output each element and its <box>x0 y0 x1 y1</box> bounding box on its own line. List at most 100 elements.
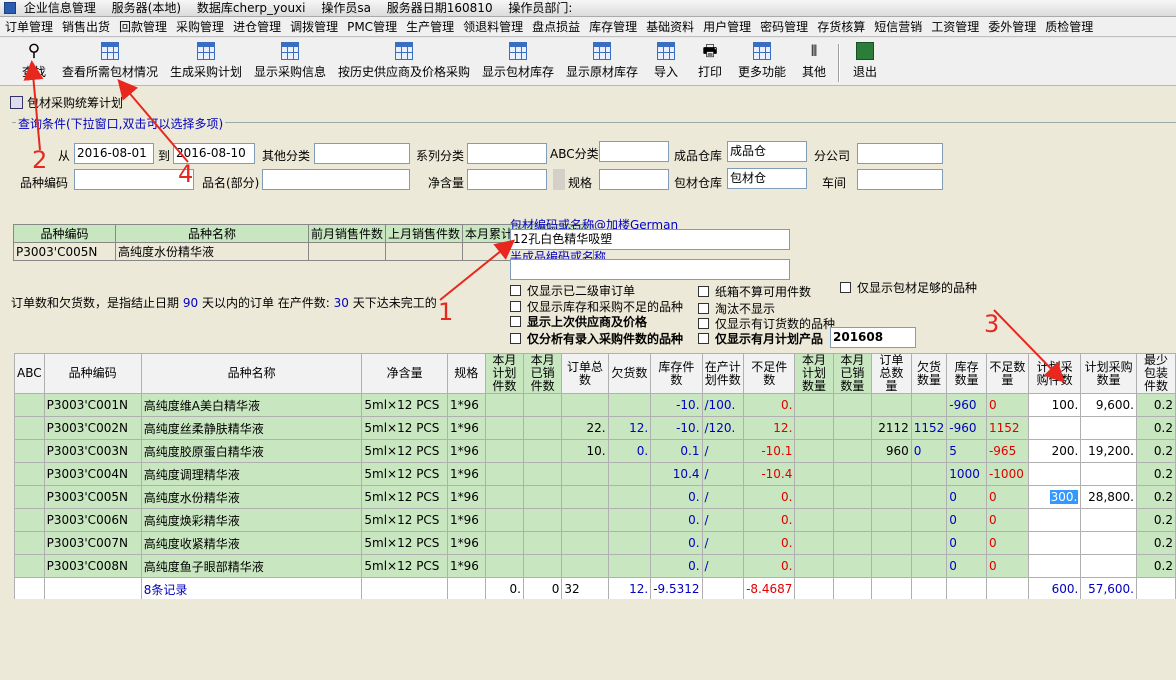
checkbox-last-supplier[interactable]: 显示上次供应商及价格 <box>510 313 647 330</box>
other-button[interactable]: ⦀ 其他 <box>800 42 828 84</box>
other-category-input[interactable] <box>314 143 410 164</box>
workshop-input[interactable] <box>857 169 943 190</box>
grid-cell[interactable]: 200. <box>1027 439 1082 463</box>
grid-row[interactable]: P3003'C002N 高纯度丝柔静肤精华液 5ml×12 PCS 1*96 22. 12… <box>14 416 1176 440</box>
grid-row[interactable]: P3003'C006N 高纯度焕彩精华液 5ml×12 PCS 1*96 0./0. 0 0… <box>14 508 1176 532</box>
grid-cell[interactable]: 28,800. <box>1080 485 1137 509</box>
grid-col-header[interactable]: 最少包装件数 <box>1135 353 1176 394</box>
view-packing-button[interactable]: 查看所需包材情况 <box>60 42 160 84</box>
date-from-input[interactable]: 2016-08-01 <box>74 143 154 164</box>
branch-input[interactable] <box>857 143 943 164</box>
show-purchase-info-button[interactable]: 显示采购信息 <box>252 42 328 84</box>
grid-col-header[interactable]: 计划采购数量 <box>1080 353 1137 394</box>
grid-col-header[interactable]: 欠货数量 <box>910 353 948 394</box>
menu-item[interactable]: 盘点损益 <box>527 17 584 36</box>
semi-product-input[interactable] <box>510 259 790 280</box>
grid-cell[interactable] <box>1080 531 1137 555</box>
net-content-input[interactable] <box>467 169 547 190</box>
grid-cell[interactable] <box>1027 416 1082 440</box>
grid-col-header[interactable]: 规格 <box>446 353 486 394</box>
menu-item[interactable]: 工资管理 <box>926 17 983 36</box>
grid-row[interactable]: P3003'C008N 高纯度鱼子眼部精华液 5ml×12 PCS 1*96 0./0.… <box>14 554 1176 578</box>
menu-item[interactable]: 委外管理 <box>983 17 1040 36</box>
grid-col-header[interactable]: 本月计划件数 <box>484 353 525 394</box>
grid-col-header[interactable]: 在产计划件数 <box>701 353 745 394</box>
grid-cell[interactable] <box>1027 554 1082 578</box>
grid-col-header[interactable]: 净含量 <box>361 353 448 394</box>
grid-col-header[interactable]: 订单总数 <box>561 353 609 394</box>
code-input[interactable] <box>74 169 194 190</box>
history-supplier-purchase-button[interactable]: 按历史供应商及价格采购 <box>336 42 472 84</box>
menu-item[interactable]: 订单管理 <box>0 17 57 36</box>
generate-purchase-plan-button[interactable]: 生成采购计划 <box>168 42 244 84</box>
print-button[interactable]: 🖶 打印 <box>696 42 724 84</box>
menu-item[interactable]: 存货核算 <box>812 17 869 36</box>
grid-row[interactable]: P3003'C005N 高纯度水份精华液 5ml×12 PCS 1*96 0./0. 0 0… <box>14 485 1176 509</box>
menu-item[interactable]: 进仓管理 <box>228 17 285 36</box>
spec-input[interactable] <box>599 169 669 190</box>
pack-warehouse-input[interactable]: 包材仓 <box>727 168 807 189</box>
grid-row[interactable]: P3003'C004N 高纯度调理精华液 5ml×12 PCS 1*96 10.4/-1… <box>14 462 1176 486</box>
grid-col-header[interactable]: 本月计划数量 <box>794 353 834 394</box>
grid-cell[interactable] <box>1027 508 1082 532</box>
packing-code-input[interactable]: 12孔白色精华吸塑 <box>510 229 790 250</box>
grid-cell[interactable] <box>1027 531 1082 555</box>
grid-col-header[interactable]: 库存件数 <box>650 353 703 394</box>
checkbox-enough-packing[interactable]: 仅显示包材足够的品种 <box>840 279 977 296</box>
grid-cell[interactable]: 9,600. <box>1080 393 1137 417</box>
menu-item[interactable]: 销售出货 <box>57 17 114 36</box>
grid-cell[interactable]: 300. <box>1027 485 1082 509</box>
grid-cell[interactable]: 100. <box>1027 393 1082 417</box>
menu-item[interactable]: 回款管理 <box>114 17 171 36</box>
grid-cell[interactable] <box>1080 508 1137 532</box>
selected-purchase-qty[interactable]: 300. <box>1049 490 1079 504</box>
grid-col-header[interactable]: 库存数量 <box>946 353 987 394</box>
grid-col-header[interactable]: 本月已销数量 <box>832 353 873 394</box>
find-button[interactable]: ⚲ 查找 <box>20 42 48 84</box>
plan-month-input[interactable]: 201608 <box>830 327 916 348</box>
menu-item[interactable]: PMC管理 <box>342 17 401 36</box>
grid-cell[interactable] <box>1027 462 1082 486</box>
grid-row[interactable]: P3003'C003N 高纯度胶原蛋白精华液 5ml×12 PCS 1*96 10. 0.… <box>14 439 1176 463</box>
menu-item[interactable]: 领退料管理 <box>458 17 527 36</box>
checkbox-monthly-plan[interactable]: 仅显示有月计划产品 <box>698 330 823 347</box>
menu-item[interactable]: 用户管理 <box>698 17 755 36</box>
grid-col-header[interactable]: 品种编码 <box>43 353 142 394</box>
grid-cell: 0. <box>743 485 796 509</box>
grid-row[interactable]: P3003'C007N 高纯度收紧精华液 5ml×12 PCS 1*96 0./0. 0 0… <box>14 531 1176 555</box>
menu-item[interactable]: 采购管理 <box>171 17 228 36</box>
grid-cell[interactable] <box>1080 554 1137 578</box>
grid-col-header[interactable]: 本月已销件数 <box>522 353 563 394</box>
grid-col-header[interactable]: 计划采购件数 <box>1027 353 1082 394</box>
checkbox-carton[interactable]: 纸箱不算可用件数 <box>698 283 811 300</box>
more-functions-button[interactable]: 更多功能 <box>736 42 788 84</box>
menu-item[interactable]: 质检管理 <box>1040 17 1097 36</box>
grid-cell[interactable] <box>1080 416 1137 440</box>
grid-col-header[interactable]: ABC <box>14 353 45 394</box>
menu-item[interactable]: 短信营销 <box>869 17 926 36</box>
grid-col-header[interactable]: 欠货数 <box>607 353 652 394</box>
exit-button[interactable]: 退出 <box>850 42 880 84</box>
menu-item[interactable]: 生产管理 <box>401 17 458 36</box>
abc-input[interactable] <box>599 141 669 162</box>
grid-cell[interactable]: 19,200. <box>1080 439 1137 463</box>
grid-col-header[interactable]: 不足数量 <box>985 353 1029 394</box>
grid-cell[interactable] <box>1080 462 1137 486</box>
import-button[interactable]: 导入 <box>652 42 680 84</box>
grid-col-header[interactable]: 不足件数 <box>743 353 796 394</box>
grid-row[interactable]: P3003'C001N 高纯度维A美白精华液 5ml×12 PCS 1*96 -10. /… <box>14 393 1176 417</box>
checkbox-approved-orders[interactable]: 仅显示已二级审订单 <box>510 282 635 299</box>
name-input[interactable] <box>262 169 410 190</box>
series-input[interactable] <box>467 143 547 164</box>
fg-warehouse-input[interactable]: 成品仓 <box>727 141 807 162</box>
menu-item[interactable]: 库存管理 <box>584 17 641 36</box>
menu-item[interactable]: 调拨管理 <box>285 17 342 36</box>
show-raw-stock-button[interactable]: 显示原材库存 <box>564 42 640 84</box>
checkbox-analyze-entered[interactable]: 仅分析有录入采购件数的品种 <box>510 330 683 347</box>
menu-item[interactable]: 密码管理 <box>755 17 812 36</box>
menu-item[interactable]: 基础资料 <box>641 17 698 36</box>
grid-col-header[interactable]: 品种名称 <box>140 353 363 394</box>
show-packing-stock-button[interactable]: 显示包材库存 <box>480 42 556 84</box>
grid-col-header[interactable]: 订单总数量 <box>871 353 912 394</box>
grid-cell: 0.2 <box>1135 416 1176 440</box>
